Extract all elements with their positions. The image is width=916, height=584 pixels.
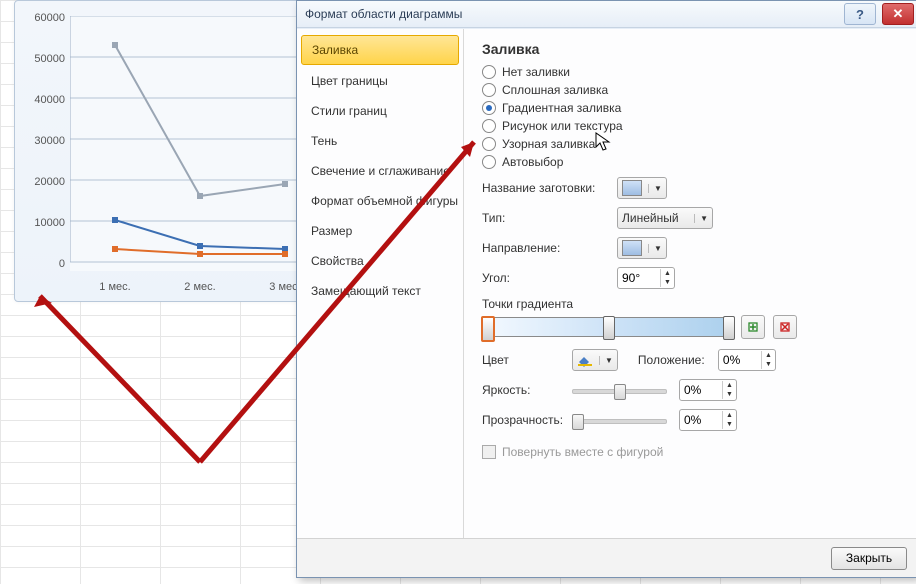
y-tick: 40000: [23, 94, 65, 106]
color-label: Цвет: [482, 353, 572, 367]
angle-spinner[interactable]: ▲▼: [617, 267, 675, 289]
direction-dropdown[interactable]: ▼: [617, 237, 667, 259]
transparency-label: Прозрачность:: [482, 413, 572, 427]
position-label: Положение:: [638, 353, 718, 367]
close-icon[interactable]: ✕: [882, 3, 914, 25]
category-sidebar: Заливка Цвет границы Стили границ Тень С…: [297, 29, 464, 538]
brightness-input[interactable]: [680, 383, 722, 397]
preset-dropdown[interactable]: ▼: [617, 177, 667, 199]
y-tick: 50000: [23, 53, 65, 65]
position-spinner[interactable]: ▲▼: [718, 349, 776, 371]
sidebar-item-alt-text[interactable]: Замещающий текст: [301, 277, 459, 305]
transparency-slider[interactable]: [572, 411, 667, 429]
type-dropdown[interactable]: Линейный▼: [617, 207, 713, 229]
titlebar: Формат области диаграммы ? ✕: [297, 1, 916, 28]
type-value: Линейный: [622, 211, 679, 225]
gradient-stop-3[interactable]: [723, 316, 735, 340]
brightness-spinner[interactable]: ▲▼: [679, 379, 737, 401]
radio-solid[interactable]: [482, 83, 496, 97]
y-tick: 10000: [23, 217, 65, 229]
spin-up-icon[interactable]: ▲: [722, 381, 736, 390]
color-dropdown[interactable]: ▼: [572, 349, 618, 371]
sidebar-item-shadow[interactable]: Тень: [301, 127, 459, 155]
mouse-cursor-icon: [595, 132, 611, 152]
panel-heading: Заливка: [482, 41, 899, 57]
sidebar-item-fill[interactable]: Заливка: [301, 35, 459, 65]
position-input[interactable]: [719, 353, 761, 367]
sidebar-item-glow[interactable]: Свечение и сглаживание: [301, 157, 459, 185]
y-tick: 30000: [23, 135, 65, 147]
radio-picture[interactable]: [482, 119, 496, 133]
sidebar-item-border-styles[interactable]: Стили границ: [301, 97, 459, 125]
help-button[interactable]: ?: [844, 3, 876, 25]
opt-auto-label: Автовыбор: [502, 155, 563, 169]
stops-label: Точки градиента: [482, 297, 899, 311]
spin-down-icon[interactable]: ▼: [722, 390, 736, 399]
preset-label: Название заготовки:: [482, 181, 617, 195]
sidebar-item-properties[interactable]: Свойства: [301, 247, 459, 275]
dialog-title: Формат области диаграммы: [305, 7, 462, 21]
remove-stop-button[interactable]: [773, 315, 797, 339]
y-tick: 20000: [23, 176, 65, 188]
gradient-stop-1[interactable]: [481, 316, 495, 342]
close-button[interactable]: Закрыть: [831, 547, 907, 570]
brightness-slider[interactable]: [572, 381, 667, 399]
angle-input[interactable]: [618, 271, 660, 285]
radio-pattern[interactable]: [482, 137, 496, 151]
spin-down-icon[interactable]: ▼: [761, 360, 775, 369]
add-stop-button[interactable]: [741, 315, 765, 339]
opt-no-fill-label: Нет заливки: [502, 65, 570, 79]
radio-gradient[interactable]: [482, 101, 496, 115]
opt-picture-label: Рисунок или текстура: [502, 119, 623, 133]
brightness-label: Яркость:: [482, 383, 572, 397]
y-tick: 0: [23, 258, 65, 270]
direction-swatch-icon: [622, 240, 642, 256]
gradient-stop-2[interactable]: [603, 316, 615, 340]
angle-label: Угол:: [482, 271, 617, 285]
preset-swatch-icon: [622, 180, 642, 196]
x-tick: 2 мес.: [175, 281, 225, 293]
opt-solid-label: Сплошная заливка: [502, 83, 608, 97]
type-label: Тип:: [482, 211, 617, 225]
main-panel: Заливка Нет заливки Сплошная заливка Гра…: [464, 29, 916, 538]
opt-pattern-label: Узорная заливка: [502, 137, 595, 151]
radio-no-fill[interactable]: [482, 65, 496, 79]
spin-up-icon[interactable]: ▲: [722, 411, 736, 420]
direction-label: Направление:: [482, 241, 617, 255]
radio-auto[interactable]: [482, 155, 496, 169]
transparency-input[interactable]: [680, 413, 722, 427]
transparency-spinner[interactable]: ▲▼: [679, 409, 737, 431]
opt-gradient-label: Градиентная заливка: [502, 101, 621, 115]
format-chart-area-dialog: Формат области диаграммы ? ✕ Заливка Цве…: [296, 0, 916, 578]
paint-bucket-icon: [577, 353, 593, 367]
sidebar-item-3d-format[interactable]: Формат объемной фигуры: [301, 187, 459, 215]
x-tick: 1 мес.: [90, 281, 140, 293]
spin-down-icon[interactable]: ▼: [722, 420, 736, 429]
rotate-checkbox[interactable]: [482, 445, 496, 459]
spin-up-icon[interactable]: ▲: [761, 351, 775, 360]
y-tick: 60000: [23, 12, 65, 24]
spin-down-icon[interactable]: ▼: [660, 278, 674, 287]
rotate-label: Повернуть вместе с фигурой: [502, 445, 663, 459]
sidebar-item-size[interactable]: Размер: [301, 217, 459, 245]
gradient-track[interactable]: [482, 317, 734, 337]
spin-up-icon[interactable]: ▲: [660, 269, 674, 278]
sidebar-item-border-color[interactable]: Цвет границы: [301, 67, 459, 95]
